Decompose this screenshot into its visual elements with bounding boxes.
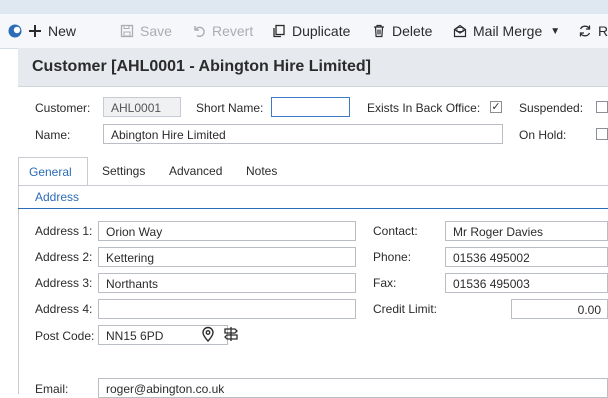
save-button[interactable]: Save (120, 14, 172, 48)
address1-label: Address 1: (35, 224, 93, 238)
tab-advanced[interactable]: Advanced (169, 157, 222, 185)
refresh-label: R (598, 23, 608, 39)
address3-label: Address 3: (35, 276, 93, 290)
address1-field[interactable]: Orion Way (98, 221, 356, 241)
mail-merge-button[interactable]: Mail Merge ▼ (453, 14, 560, 48)
save-label: Save (140, 23, 172, 39)
page-title: Customer [AHL0001 - Abington Hire Limite… (32, 58, 371, 75)
new-label: New (48, 23, 77, 39)
postcode-actions (201, 326, 239, 342)
name-field[interactable]: Abington Hire Limited (103, 124, 503, 144)
map-pin-icon[interactable] (201, 326, 215, 342)
address4-label: Address 4: (35, 302, 93, 316)
duplicate-icon (273, 24, 285, 38)
section-title: Address (35, 190, 80, 204)
delete-button[interactable]: Delete (372, 14, 432, 48)
customer-label: Customer: (35, 101, 91, 115)
email-field[interactable]: roger@abington.co.uk (98, 378, 608, 398)
address2-label: Address 2: (35, 250, 93, 264)
tab-notes[interactable]: Notes (246, 157, 277, 185)
duplicate-label: Duplicate (292, 23, 351, 39)
suspended-checkbox[interactable] (596, 101, 608, 113)
window-top-strip (0, 0, 608, 14)
postcode-label: Post Code: (35, 329, 95, 343)
credit-limit-field[interactable]: 0.00 (511, 299, 608, 319)
revert-icon (194, 26, 205, 37)
contact-field[interactable]: Mr Roger Davies (445, 221, 608, 241)
refresh-button[interactable]: R (578, 14, 608, 48)
panel-border (18, 186, 19, 394)
suspended-label: Suspended: (519, 101, 584, 115)
trash-icon (374, 24, 384, 38)
tab-settings[interactable]: Settings (102, 157, 145, 185)
address2-field[interactable]: Kettering (98, 247, 356, 267)
phone-label: Phone: (373, 250, 412, 264)
fax-field[interactable]: 01536 495003 (445, 273, 608, 293)
customer-code-field[interactable]: AHL0001 (103, 97, 181, 117)
app-logo-icon (8, 24, 22, 38)
toolbar: New Save Revert Duplicate Delete Mail Me… (0, 14, 608, 49)
exists-in-back-office-checkbox[interactable]: ✓ (490, 101, 502, 113)
duplicate-button[interactable]: Duplicate (272, 14, 350, 48)
on-hold-label: On Hold: (519, 128, 567, 142)
customer-form: Customer: AHL0001 Short Name: Exists In … (18, 87, 608, 398)
on-hold-checkbox[interactable] (596, 128, 608, 140)
tab-general[interactable]: General (18, 157, 88, 186)
contact-label: Contact: (373, 224, 418, 238)
refresh-icon (579, 25, 591, 37)
chevron-down-icon: ▼ (550, 25, 561, 37)
address4-field[interactable] (98, 299, 356, 319)
revert-button[interactable]: Revert (192, 14, 253, 48)
phone-field[interactable]: 01536 495002 (445, 247, 608, 267)
address-section-header: Address (18, 186, 608, 209)
delete-label: Delete (392, 23, 433, 39)
address3-field[interactable]: Northants (98, 273, 356, 293)
address-lookup-icon[interactable] (223, 326, 239, 342)
new-button[interactable]: New (8, 14, 76, 48)
fax-label: Fax: (373, 276, 397, 290)
exists-in-back-office-label: Exists In Back Office: (367, 101, 481, 115)
revert-label: Revert (212, 23, 254, 39)
mail-merge-label: Mail Merge (473, 23, 543, 39)
mail-merge-icon (453, 24, 467, 38)
credit-limit-label: Credit Limit: (373, 302, 438, 316)
plus-icon (29, 25, 41, 37)
short-name-field[interactable] (271, 97, 350, 117)
record-header: Customer [AHL0001 - Abington Hire Limite… (18, 48, 608, 87)
save-icon (120, 24, 134, 38)
name-label: Name: (35, 128, 71, 142)
short-name-label: Short Name: (196, 101, 264, 115)
